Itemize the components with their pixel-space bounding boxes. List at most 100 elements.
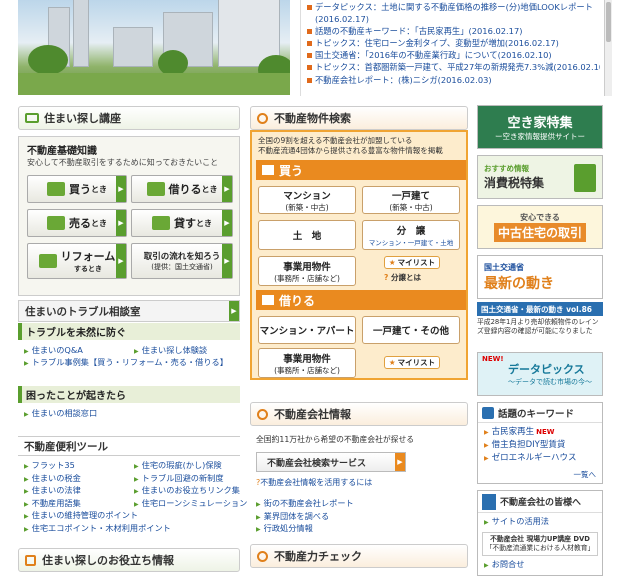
arrow-icon: ▶ [222, 244, 232, 278]
mlit-vol-bar[interactable]: 国土交通省・最新の動き vol.86 [477, 302, 603, 316]
house-sell-icon [47, 216, 65, 230]
akiya-banner[interactable]: 空き家特集 ー空き家情報提供サイトー [477, 105, 603, 149]
buy-land-button[interactable]: 土 地 [258, 220, 356, 250]
bullet-icon [307, 5, 312, 10]
news-item[interactable]: トピックス：首都圏新築一戸建て、平成27年の新規発売7.3%減(2016.02.… [307, 61, 600, 73]
trouble-header[interactable]: 住まいのトラブル相談室 ▶ [18, 300, 240, 322]
arrow-icon: ▶ [116, 244, 126, 278]
company-link[interactable]: 街の不動産会社レポート [256, 498, 354, 511]
star-icon: ★ [388, 258, 396, 267]
tools-header: 不動産便利ツール [18, 436, 240, 456]
calculator-icon [574, 164, 596, 192]
buy-mylist-button[interactable]: ★ マイリスト [384, 256, 440, 269]
company-link[interactable]: 業界団体を調べる [256, 511, 354, 524]
scroll-thumb[interactable] [606, 2, 611, 42]
keyword-more-link[interactable]: 一覧へ [574, 469, 597, 480]
check-header: 不動産力チェック [250, 544, 468, 568]
hero-photo [18, 0, 290, 95]
sell-guide-button[interactable]: 売る とき ▶ [27, 209, 127, 237]
consult-link[interactable]: 住まいの相談窓口 [24, 408, 98, 421]
tax-banner[interactable]: おすすめ情報 消費税特集 [477, 155, 603, 199]
help-header: 住まい探しのお役立ち情報 [18, 548, 240, 572]
reform-guide-button[interactable]: リフォーム するとき ▶ [27, 243, 127, 279]
question-icon: ? [384, 273, 389, 282]
basic-knowledge-box: 不動産基礎知識 安心して不動産取引をするために知っておきたいこと 買う とき ▶ 借… [18, 136, 240, 296]
bullet-icon [307, 53, 312, 59]
firm-dvd-banner[interactable]: 不動産会社 現場力UP講座 DVD 「不動産流通業における人材教育」 [482, 531, 598, 556]
news-item[interactable]: データピックス：土地に関する不動産価格の推移ー(分)地価LOOKレポート [307, 1, 600, 13]
rent-apartment-button[interactable]: マンション・アパート [258, 316, 356, 344]
company-header: 不動産会社情報 [250, 402, 468, 426]
datapicks-banner[interactable]: NEW! データピックス 〜データで読む市場の今〜 [477, 352, 603, 396]
company-note-link[interactable]: ?不動産会社情報を活用するには [256, 477, 372, 488]
buy-guide-button[interactable]: 買う とき ▶ [27, 175, 127, 203]
news-item-date: (2016.02.17) [315, 14, 369, 25]
keyword-box: 話題のキーワード 古民家再生NEW 借主負担DIY型賃貸 ゼロエネルギーハウス … [477, 402, 603, 484]
basic-desc: 安心して不動産取引をするために知っておきたいこと [27, 158, 219, 167]
firm-header: 不動産会社の皆様へ [478, 491, 602, 513]
news-scrollbar[interactable] [604, 0, 612, 96]
used-house-banner[interactable]: 安心できる 中古住宅の取引 [477, 205, 603, 249]
arrow-icon: ▶ [222, 210, 232, 236]
buy-business-button[interactable]: 事業用物件 (事務所・店舗など) [258, 256, 356, 286]
company-desc: 全国約11万社から希望の不動産会社が探せる [256, 435, 415, 444]
keyword-list: 古民家再生NEW 借主負担DIY型賃貸 ゼロエネルギーハウス [478, 423, 602, 468]
book-icon [25, 113, 39, 123]
bunjo-note-link[interactable]: ? 分譲とは [384, 272, 421, 283]
arrow-icon: ▶ [229, 301, 239, 321]
search-desc: 全国の9割を超える不動産会社が加盟している 不動産流通4団体から提供される豊富な… [258, 136, 443, 155]
qa-link[interactable]: 住まいのQ&A [24, 345, 83, 358]
tool-link[interactable]: 住宅の瑕疵(かし)保険 [134, 460, 247, 473]
trouble-cases-link[interactable]: トラブル事例集【買う・リフォーム・売る・借りる】 [24, 357, 228, 370]
firm-link[interactable]: サイトの活用法 [478, 516, 602, 529]
buy-mansion-button[interactable]: マンション (新築・中古) [258, 186, 356, 214]
buy-bunjo-button[interactable]: 分 譲マンション・一戸建て・土地 [362, 220, 460, 250]
experience-link[interactable]: 住まい探し体験談 [134, 345, 208, 358]
tool-link[interactable]: 住まいのお役立ちリンク集 [134, 485, 247, 498]
buy-section-header: 買う [256, 160, 466, 180]
bullet-icon [307, 65, 312, 71]
key-icon [146, 182, 165, 196]
keyword-header: 話題のキーワード [478, 403, 602, 423]
tools-icon [38, 254, 57, 268]
tool-link[interactable]: 住宅ローンシミュレーション [134, 498, 248, 511]
mlit-banner[interactable]: 国土交通省 最新の動き [477, 255, 603, 299]
arrow-icon: ▶ [222, 176, 232, 202]
rent-mylist-button[interactable]: ★ マイリスト [384, 356, 440, 369]
star-icon: ★ [388, 358, 396, 367]
house-icon [47, 182, 65, 196]
buy-house-button[interactable]: 一戸建て (新築・中古) [362, 186, 460, 214]
building-icon [152, 216, 170, 230]
tool-link[interactable]: トラブル回避の新制度 [134, 473, 247, 486]
tool-link[interactable]: 住宅エコポイント・木材利用ポイント [24, 523, 171, 536]
company-link[interactable]: 行政処分情報 [256, 523, 354, 536]
tool-link[interactable]: 住まいの維持管理のポイント [24, 510, 171, 523]
rent-business-button[interactable]: 事業用物件 (事務所・店舗など) [258, 348, 356, 378]
keyword-item[interactable]: 古民家再生NEW [484, 426, 596, 439]
house-icon [262, 165, 274, 175]
tools-col2: 住宅の瑕疵(かし)保険 トラブル回避の新制度 住まいのお役立ちリンク集 住宅ロー… [134, 460, 248, 511]
magnifier-icon [257, 550, 268, 562]
news-item[interactable]: 不動産会社レポート：(株)ニシガ(2016.02.03) [307, 74, 600, 86]
mlit-desc: 平成28年1月より売却依頼物件のレインズ登録内容の確認が可能になりました [477, 318, 599, 335]
basic-title: 不動産基礎知識 [27, 146, 97, 157]
company-search-button[interactable]: 不動産会社検索サービス ▶ [256, 452, 406, 472]
news-list: データピックス：土地に関する不動産価格の推移ー(分)地価LOOKレポート (20… [300, 0, 600, 96]
rent-guide-button[interactable]: 借りる とき ▶ [131, 175, 233, 203]
lease-guide-button[interactable]: 貸す とき ▶ [131, 209, 233, 237]
prevent-header: トラブルを未然に防ぐ [18, 323, 240, 340]
news-item[interactable]: 国土交通省：「2016年の不動産業行政」について(2016.02.10) [307, 49, 600, 61]
key-icon [262, 295, 274, 305]
news-item[interactable]: 話題の不動産キーワード：「古民家再生」(2016.02.17) [307, 25, 600, 37]
rent-house-button[interactable]: 一戸建て・その他 [362, 316, 460, 344]
contact-link[interactable]: お問合せ [478, 559, 602, 572]
arrow-icon: ▶ [116, 210, 126, 236]
bullet-icon [307, 29, 312, 35]
company-links: 街の不動産会社レポート 業界団体を調べる 行政処分情報 [256, 498, 354, 536]
keyword-item[interactable]: ゼロエネルギーハウス [484, 452, 596, 465]
news-item[interactable]: トピックス：住宅ローン金利タイプ、変動型が増加(2016.02.17) [307, 37, 600, 49]
arrow-icon: ▶ [116, 176, 126, 202]
keyword-item[interactable]: 借主負担DIY型賃貸 [484, 439, 596, 452]
flow-guide-button[interactable]: 取引の流れを知ろう (提供：国土交通省) ▶ [131, 243, 233, 279]
house-icon [25, 554, 36, 566]
